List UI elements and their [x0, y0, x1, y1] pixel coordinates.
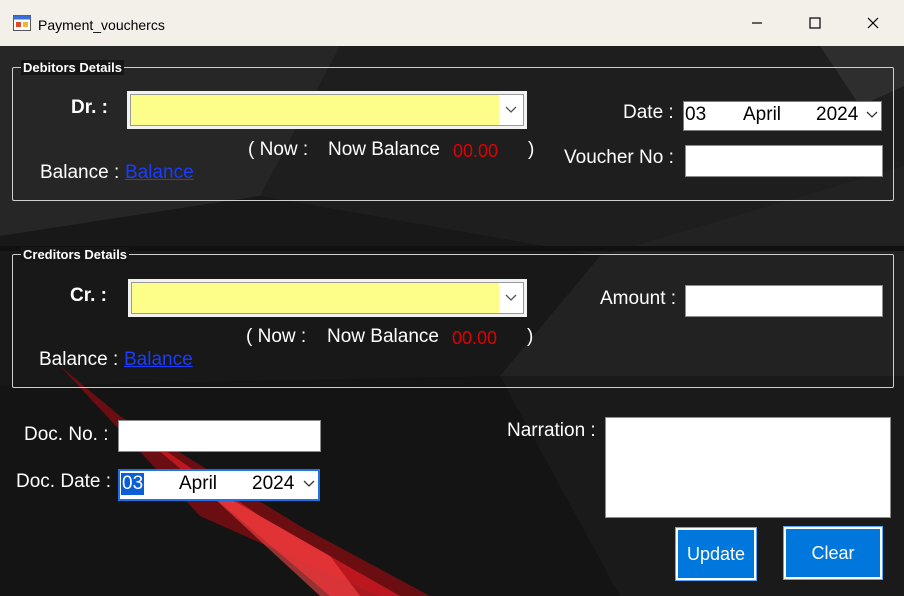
cr-now-close: ) [527, 326, 534, 347]
creditors-group-title: Creditors Details [21, 247, 130, 262]
doc-no-field[interactable] [118, 420, 321, 452]
cr-label: Cr. : [70, 285, 107, 306]
doc-date-label: Doc. Date : [16, 471, 112, 492]
cr-account-combobox[interactable] [128, 279, 527, 317]
cr-balance-label: Balance : [39, 349, 119, 370]
close-icon [867, 17, 879, 29]
close-button[interactable] [844, 0, 902, 46]
app-form-icon [13, 15, 31, 31]
date-picker[interactable]: 03 April 2024 [683, 101, 882, 131]
chevron-down-icon[interactable] [499, 95, 523, 125]
doc-date-picker[interactable]: 03 April 2024 [118, 469, 320, 501]
dr-now-open: ( Now : [248, 139, 309, 160]
date-month[interactable]: April [743, 104, 781, 126]
update-button[interactable]: Update [675, 527, 757, 581]
maximize-icon [809, 17, 821, 29]
date-day[interactable]: 03 [685, 104, 706, 126]
dr-account-combobox[interactable] [127, 91, 527, 129]
amount-label: Amount : [600, 288, 677, 309]
dr-now-balance-label: Now Balance [328, 139, 440, 160]
dr-label: Dr. : [71, 97, 108, 118]
maximize-button[interactable] [786, 0, 844, 46]
date-label: Date : [623, 102, 674, 123]
date-year[interactable]: 2024 [816, 104, 858, 126]
cr-now-balance-value: 00.00 [452, 328, 498, 348]
doc-date-year[interactable]: 2024 [252, 473, 294, 495]
debitors-group-title: Debitors Details [21, 60, 124, 75]
voucher-no-label: Voucher No : [564, 147, 674, 168]
cr-now-balance-label: Now Balance [327, 326, 439, 347]
dr-now-balance-value: 00.00 [453, 141, 499, 161]
window-title: Payment_vouchercs [38, 17, 165, 33]
clear-button[interactable]: Clear [783, 526, 883, 580]
cr-balance-link[interactable]: Balance [124, 349, 193, 371]
voucher-no-field[interactable] [685, 145, 883, 177]
chevron-down-icon[interactable] [499, 283, 523, 313]
minimize-button[interactable] [728, 0, 786, 46]
narration-label: Narration : [507, 420, 596, 441]
doc-no-label: Doc. No. : [24, 424, 109, 445]
dr-now-close: ) [528, 139, 535, 160]
chevron-down-icon[interactable] [303, 480, 315, 488]
minimize-icon [752, 22, 762, 24]
chevron-down-icon[interactable] [866, 111, 878, 119]
doc-date-month[interactable]: April [179, 473, 217, 495]
narration-textarea[interactable] [605, 417, 891, 518]
amount-field[interactable] [685, 285, 883, 317]
doc-date-day[interactable]: 03 [121, 473, 145, 495]
cr-now-open: ( Now : [246, 326, 307, 347]
form-client-area: Debitors Details Dr. : ( Now : Now Balan… [0, 46, 904, 596]
title-bar[interactable]: Payment_vouchercs [0, 0, 904, 46]
dr-balance-label: Balance : [40, 162, 120, 183]
dr-balance-link[interactable]: Balance [125, 162, 194, 184]
payment-voucher-window: Payment_vouchercs Debitors Details Dr.:… [0, 0, 904, 596]
